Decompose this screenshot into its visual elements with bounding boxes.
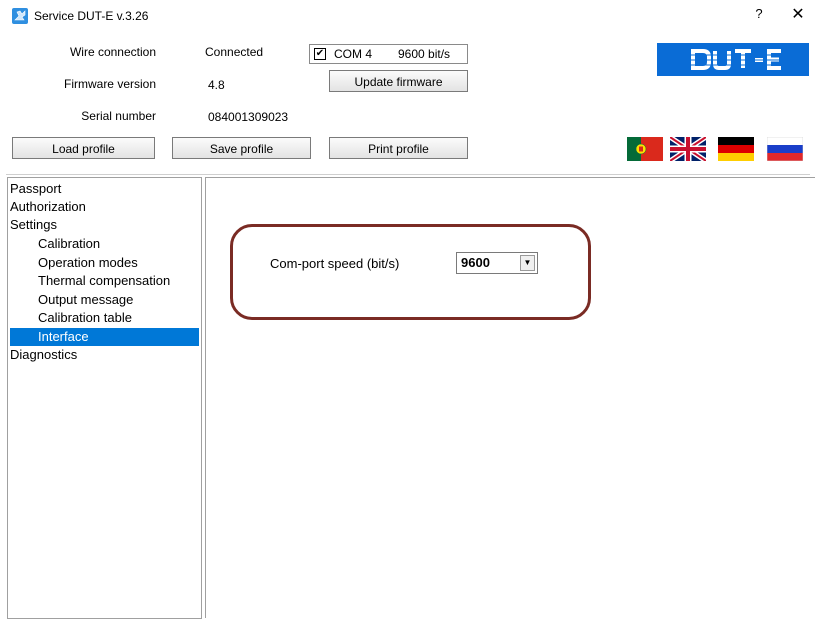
print-profile-button[interactable]: Print profile [329,137,468,159]
com-port-speed-label: Com-port speed (bit/s) [270,256,400,271]
germany-flag-icon[interactable] [718,137,754,161]
tree-item-calibration-table[interactable]: Calibration table [38,309,132,327]
chevron-down-icon[interactable]: ▼ [520,255,535,271]
firmware-version-value: 4.8 [208,78,225,92]
tree-item-settings[interactable]: Settings [10,216,57,234]
save-profile-button[interactable]: Save profile [172,137,311,159]
tree-item-calibration[interactable]: Calibration [38,235,100,253]
close-button[interactable]: ✕ [790,4,806,24]
dut-e-logo [657,43,809,76]
com-port-checkbox[interactable]: ✔ [314,48,326,60]
wire-connection-value: Connected [205,45,264,59]
tree-item-interface[interactable]: Interface [10,328,199,346]
russia-flag-icon[interactable] [766,136,804,162]
navigation-tree[interactable]: Passport Authorization Settings Calibrat… [7,177,202,619]
com-port-speed: 9600 bit/s [398,47,451,61]
load-profile-button[interactable]: Load profile [12,137,155,159]
help-button[interactable]: ? [752,6,766,21]
uk-flag-icon[interactable] [668,134,708,164]
com-port-speed-value: 9600 [461,255,490,270]
window-title: Service DUT-E v.3.26 [34,9,149,23]
serial-number-label: Serial number [81,109,156,123]
com-port-name: COM 4 [334,47,373,61]
wire-connection-label: Wire connection [69,45,156,59]
app-icon [12,8,28,24]
tree-item-authorization[interactable]: Authorization [10,198,86,216]
com-port-box[interactable]: ✔ COM 4 9600 bit/s [309,44,468,64]
tree-item-passport[interactable]: Passport [10,180,61,198]
serial-number-value: 084001309023 [208,110,289,124]
tree-item-operation-modes[interactable]: Operation modes [38,254,138,272]
tree-item-output-message[interactable]: Output message [38,291,133,309]
tree-item-thermal-compensation[interactable]: Thermal compensation [38,272,170,290]
update-firmware-button[interactable]: Update firmware [329,70,468,92]
com-port-speed-select[interactable]: 9600 ▼ [456,252,538,274]
firmware-version-label: Firmware version [63,77,156,91]
portugal-flag-icon[interactable] [627,137,663,161]
tree-item-diagnostics[interactable]: Diagnostics [10,346,77,364]
separator [6,174,810,175]
